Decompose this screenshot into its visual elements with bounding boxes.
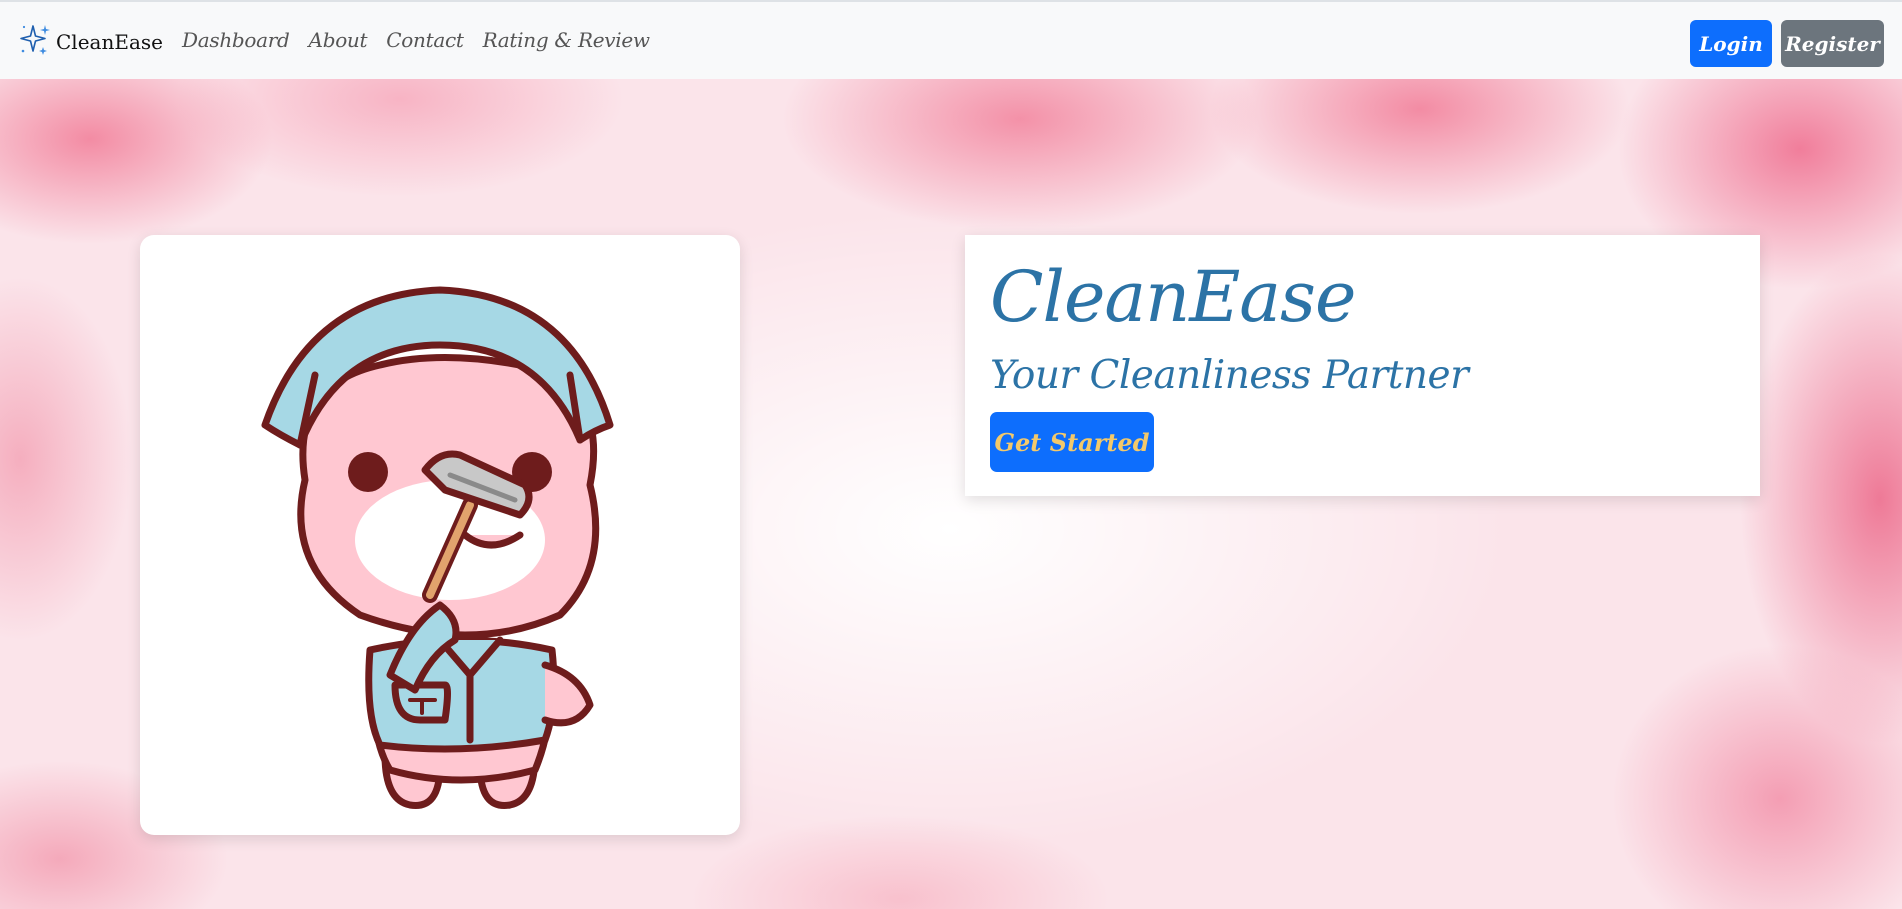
nav-link-contact[interactable]: Contact xyxy=(386,28,464,52)
navbar: CleanEase Dashboard About Contact Rating… xyxy=(0,0,1902,79)
cleaner-mascot-illustration xyxy=(261,286,614,809)
get-started-button[interactable]: Get Started xyxy=(990,412,1154,472)
mascot-card xyxy=(140,235,740,835)
nav-links: Dashboard About Contact Rating & Review xyxy=(182,28,650,52)
sparkles-icon xyxy=(18,23,52,61)
brand-link[interactable]: CleanEase xyxy=(18,22,163,62)
brand-name: CleanEase xyxy=(56,30,163,54)
login-button[interactable]: Login xyxy=(1690,20,1772,67)
hero-title: CleanEase xyxy=(990,256,1356,338)
nav-link-about[interactable]: About xyxy=(309,28,368,52)
register-button[interactable]: Register xyxy=(1781,20,1884,67)
hero-card: CleanEase Your Cleanliness Partner Get S… xyxy=(965,235,1760,496)
nav-link-rating-review[interactable]: Rating & Review xyxy=(483,28,650,52)
nav-link-dashboard[interactable]: Dashboard xyxy=(182,28,290,52)
hero-subtitle: Your Cleanliness Partner xyxy=(990,353,1469,398)
